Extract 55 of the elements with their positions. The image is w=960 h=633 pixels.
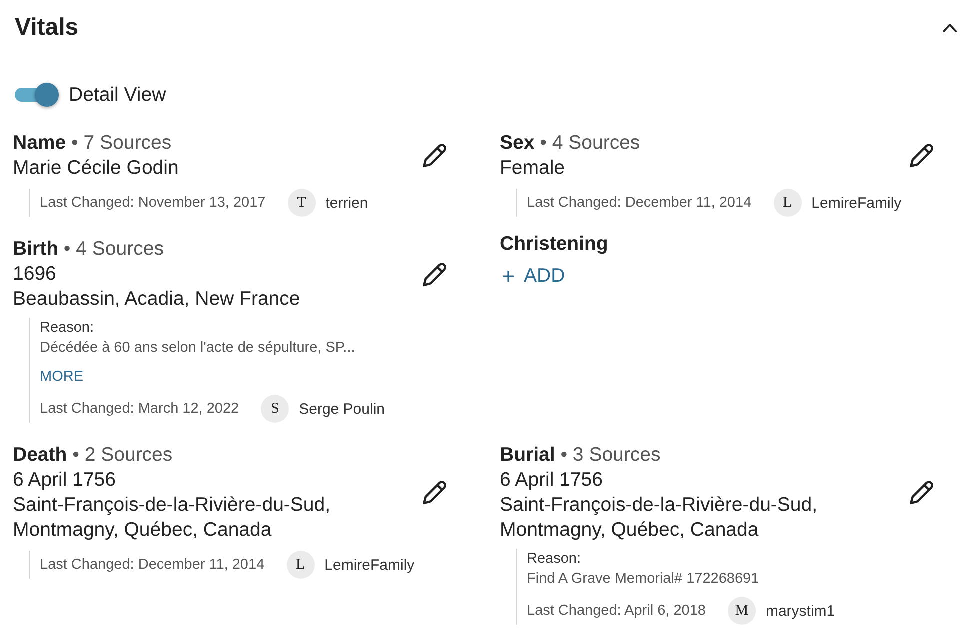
last-changed-text: Last Changed: December 11, 2014: [40, 557, 265, 573]
section-title: Vitals: [15, 13, 79, 43]
last-changed-text: Last Changed: March 12, 2022: [40, 401, 240, 417]
fact-value: 6 April 1756: [500, 468, 604, 493]
pencil-icon: [423, 144, 447, 168]
fact-value: Marie Cécile Godin: [13, 156, 179, 181]
fact-value: Saint-François-de-la-Rivière-du-Sud, Montmagny, Québec, Canada: [500, 493, 819, 543]
fact-value: Beaubassin, Acadia, New France: [13, 287, 300, 312]
reason-label: Reason:: [527, 550, 582, 569]
fact-value: 6 April 1756: [13, 468, 117, 493]
user-avatar: L: [774, 189, 802, 217]
toggle-label: Detail View: [69, 84, 166, 106]
user-avatar: S: [261, 395, 290, 423]
fact-value: Female: [500, 156, 566, 181]
fact-value: 1696: [13, 262, 58, 287]
user-avatar: T: [288, 189, 316, 217]
fact-label: Birth: [13, 238, 58, 260]
detail-view-toggle[interactable]: [15, 82, 59, 108]
fact-label: Name: [13, 132, 66, 154]
fact-value: Saint-François-de-la-Rivière-du-Sud, Montmagny, Québec, Canada: [13, 493, 332, 543]
edit-button[interactable]: [422, 480, 448, 506]
pencil-icon: [910, 144, 934, 168]
add-button[interactable]: ADD: [500, 264, 566, 288]
fact-label: Death: [13, 444, 68, 466]
edit-button[interactable]: [909, 143, 935, 169]
pencil-icon: [910, 481, 934, 505]
chevron-up-icon: [943, 23, 957, 33]
edit-button[interactable]: [909, 480, 935, 506]
last-changed-text: Last Changed: December 11, 2014: [527, 195, 752, 211]
fact-label: Christening: [500, 232, 610, 257]
edit-button[interactable]: [422, 143, 448, 169]
more-link[interactable]: MORE: [40, 367, 84, 387]
fact-label: Sex: [500, 132, 535, 154]
reason-text: Find A Grave Memorial# 172268691: [527, 570, 760, 589]
user-name: marystim1: [766, 602, 836, 620]
user-name: LemireFamily: [324, 556, 415, 574]
source-count: • 4 Sources: [64, 238, 164, 260]
pencil-icon: [423, 262, 447, 286]
last-changed-text: Last Changed: November 13, 2017: [40, 195, 266, 211]
last-changed-text: Last Changed: April 6, 2018: [527, 603, 706, 619]
user-name: LemireFamily: [812, 194, 902, 212]
edit-button[interactable]: [422, 262, 448, 288]
source-count: • 7 Sources: [72, 132, 172, 154]
plus-icon: [503, 270, 514, 282]
fact-label: Burial: [500, 444, 556, 466]
source-count: • 4 Sources: [540, 132, 640, 154]
pencil-icon: [423, 481, 447, 505]
user-avatar: L: [286, 551, 315, 579]
reason-label: Reason:: [40, 319, 96, 338]
reason-text: Décédée à 60 ans selon l'acte de sépulture, SP...: [40, 339, 356, 358]
user-name: Serge Poulin: [299, 400, 386, 418]
source-count: • 2 Sources: [72, 444, 173, 466]
source-count: • 3 Sources: [560, 444, 661, 466]
user-name: terrien: [326, 194, 368, 212]
user-avatar: M: [728, 597, 756, 625]
